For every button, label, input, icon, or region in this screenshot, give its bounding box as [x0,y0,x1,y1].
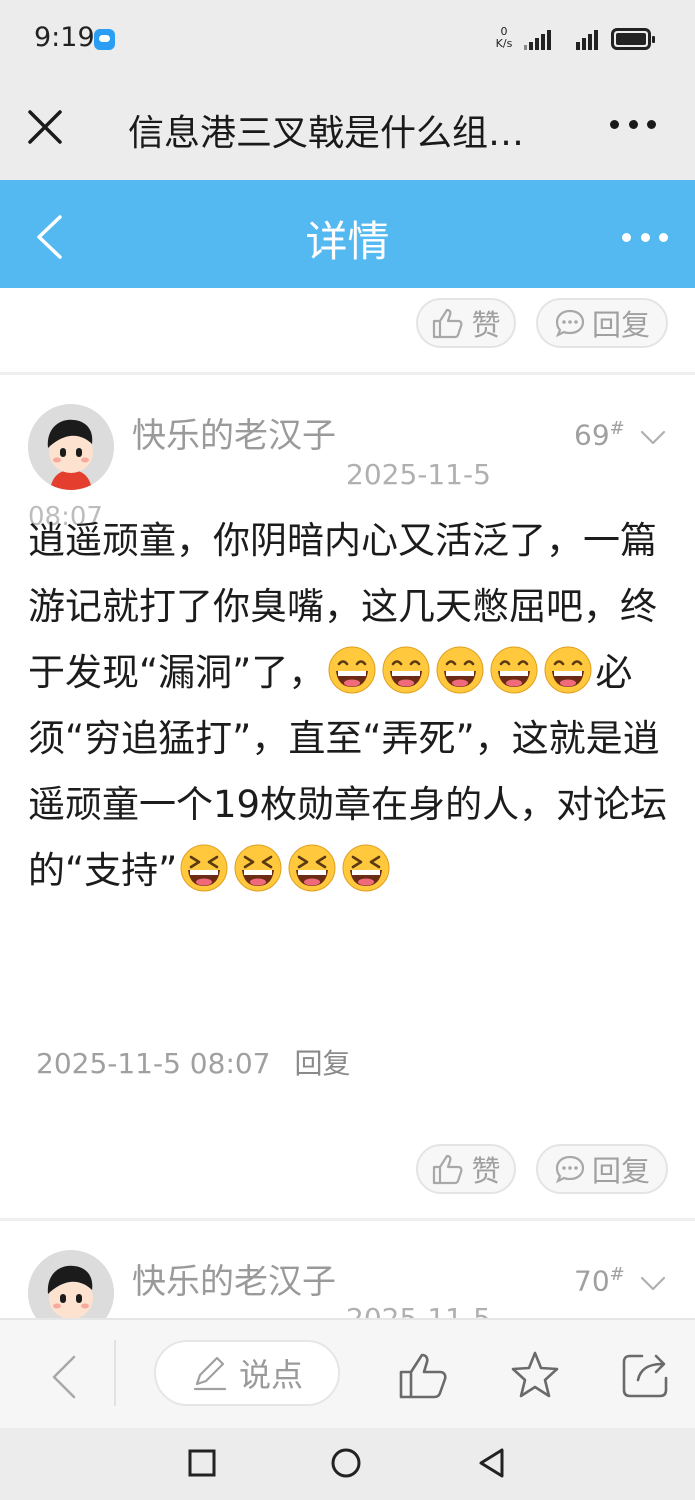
grinning-face-emoji [382,646,430,694]
star-icon[interactable] [509,1350,561,1400]
grinning-face-emoji [544,646,592,694]
emoji-group-2 [177,844,393,892]
status-time: 9:19 [34,22,95,53]
avatar[interactable] [28,404,114,490]
thumbs-up-icon[interactable] [398,1350,450,1400]
thumbs-up-icon [433,1154,463,1185]
share-icon[interactable] [620,1350,672,1400]
grinning-face-emoji [436,646,484,694]
author-name[interactable]: 快乐的老汉子 [132,408,336,457]
close-icon[interactable] [26,108,64,146]
reply-label: 回复 [591,1154,650,1188]
network-speed: 0 K/s [491,26,517,50]
comment-icon [555,309,585,338]
like-label: 赞 [471,308,501,342]
floor-value: 69 [574,418,610,452]
reply-button[interactable]: 回复 [536,298,668,348]
grinning-face-emoji [328,646,376,694]
floor-value: 70 [574,1264,610,1298]
battery-icon [611,28,655,50]
thumbs-up-icon [433,308,463,339]
reply-button[interactable]: 回复 [536,1144,668,1194]
floor-number: 69# [574,418,625,451]
post-content: 逍遥顽童，你阴暗内心又活泛了，一篇游记就打了你臭嘴，这几天憋屈吧，终于发现“漏洞… [28,508,668,904]
more-options-icon[interactable] [610,120,656,132]
separator [114,1340,116,1406]
web-page-title: 信息港三叉戟是什么组… [128,113,525,154]
post-meta: 2025-11-5 08:07 回复 [36,1042,351,1082]
post-date: 2025-11-5 [346,458,491,491]
avatar-image [28,404,114,490]
comment-label: 说点 [238,1356,303,1394]
like-button[interactable]: 赞 [416,1144,516,1194]
chevron-down-icon[interactable] [640,1276,666,1292]
inline-reply-link[interactable]: 回复 [295,1047,351,1080]
like-label: 赞 [471,1154,501,1188]
pencil-icon [193,1356,227,1391]
page-title: 详情 [305,217,390,266]
laughing-squint-emoji [288,844,336,892]
message-notification-icon [94,29,115,50]
network-speed-unit: K/s [495,37,513,50]
home-icon[interactable] [330,1446,362,1480]
chevron-down-icon[interactable] [640,430,666,446]
floor-mark: # [609,418,625,439]
post-divider [0,1218,695,1221]
laughing-squint-emoji [234,844,282,892]
grinning-face-emoji [490,646,538,694]
floor-mark: # [609,1264,625,1285]
signal-icon [524,28,551,50]
post-datetime: 2025-11-5 08:07 [36,1047,271,1080]
signal-icon-2 [576,28,598,50]
recent-apps-icon[interactable] [186,1446,218,1480]
header-more-icon[interactable] [622,233,668,245]
reply-label: 回复 [591,308,650,342]
like-button[interactable]: 赞 [416,298,516,348]
comment-icon [555,1155,585,1184]
author-name[interactable]: 快乐的老汉子 [132,1254,336,1303]
floor-number: 70# [574,1264,625,1297]
post-divider [0,372,695,375]
emoji-group-1 [325,646,595,694]
comment-input-button[interactable]: 说点 [154,1340,340,1406]
back-icon[interactable] [50,1354,78,1400]
laughing-squint-emoji [180,844,228,892]
laughing-squint-emoji [342,844,390,892]
nav-back-icon[interactable] [476,1446,508,1480]
bottom-action-bar [0,1318,695,1428]
